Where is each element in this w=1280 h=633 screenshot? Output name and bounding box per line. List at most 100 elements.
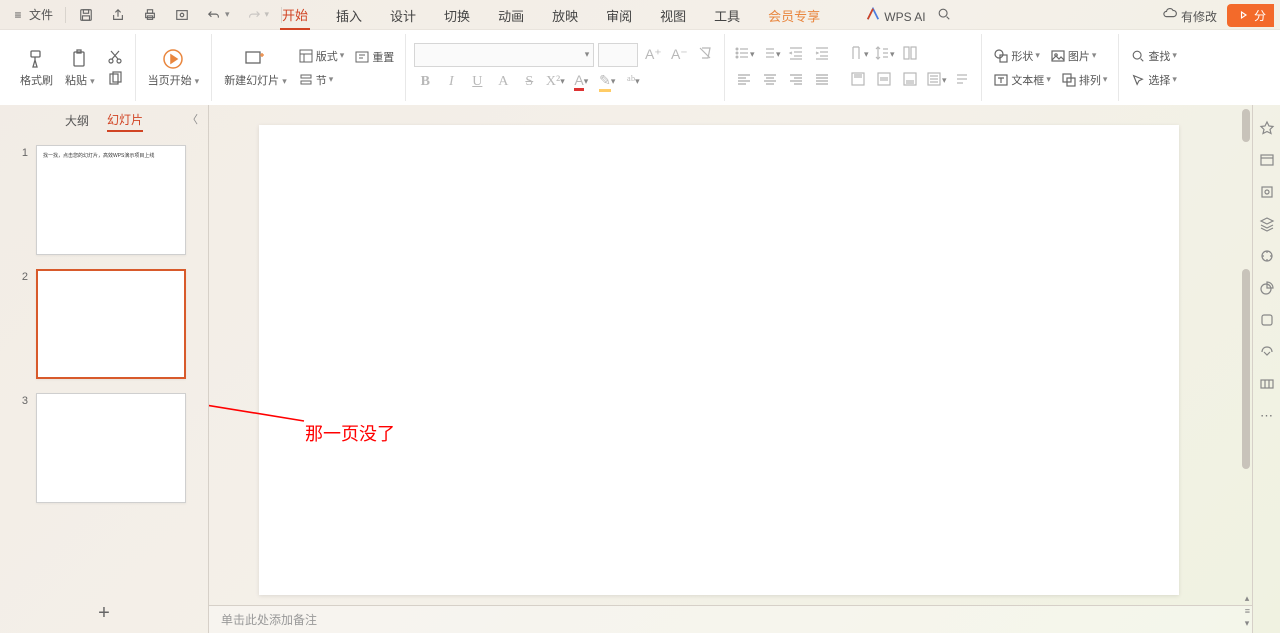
slides-tab[interactable]: 幻灯片 — [107, 109, 143, 132]
scrollbar-thumb[interactable] — [1242, 269, 1250, 469]
search-button[interactable] — [936, 6, 952, 24]
section-button[interactable]: 节▾ — [295, 70, 348, 90]
numbering-icon — [760, 45, 776, 64]
start-from-current-button[interactable]: 当页开始 ▾ — [144, 46, 204, 90]
underline-button[interactable]: U — [466, 71, 488, 93]
rail-tool2-button[interactable] — [1258, 311, 1276, 329]
menu-tabs: 开始 插入 设计 切换 动画 放映 审阅 视图 工具 会员专享 — [280, 0, 822, 30]
tab-tools[interactable]: 工具 — [712, 0, 742, 30]
reset-icon — [354, 49, 370, 65]
rail-tool1-button[interactable] — [1258, 279, 1276, 297]
slide-canvas[interactable] — [259, 125, 1179, 595]
slide-thumbnail-1[interactable]: 找一找，点击您的幻灯片，高效WPS演示项目上线 — [36, 145, 186, 255]
export-button[interactable] — [106, 5, 130, 25]
scrollbar-thumb[interactable] — [1242, 109, 1250, 142]
align-justify-button[interactable] — [811, 70, 833, 92]
numbering-button[interactable]: ▾ — [759, 44, 781, 66]
save-button[interactable] — [74, 5, 98, 25]
shape-button[interactable]: 形状▾ — [990, 46, 1043, 66]
rtl-button[interactable] — [951, 70, 973, 92]
slide-thumbnail-3[interactable] — [36, 393, 186, 503]
format-painter-label: 格式刷 — [20, 72, 53, 88]
format-painter-button[interactable]: 格式刷 — [16, 46, 57, 90]
cloud-modified-button[interactable]: 有修改 — [1162, 6, 1217, 25]
align-center-button[interactable] — [759, 70, 781, 92]
cut-button[interactable] — [107, 49, 123, 65]
font-size-select[interactable] — [598, 43, 638, 67]
select-button[interactable]: 选择▾ — [1127, 70, 1180, 90]
pinyin-button[interactable]: ᵃᵇ▾ — [622, 71, 644, 93]
font-family-select[interactable]: ▾ — [414, 43, 594, 67]
scroll-menu-button[interactable]: ≡ — [1245, 606, 1250, 616]
add-slide-button[interactable]: + — [0, 593, 208, 633]
notes-area[interactable]: 单击此处添加备注 — [209, 605, 1252, 633]
scroll-down-button[interactable]: ▾ — [1245, 618, 1250, 629]
tab-review[interactable]: 审阅 — [604, 0, 634, 30]
text-direction-button[interactable]: ▾ — [847, 44, 869, 66]
undo-button[interactable]: ▾ — [202, 5, 234, 25]
redo-button[interactable]: ▾ — [242, 5, 274, 25]
tab-transition[interactable]: 切换 — [442, 0, 472, 30]
reset-button[interactable]: 重置 — [351, 47, 397, 67]
font-color-button[interactable]: A▾ — [570, 71, 592, 93]
tab-start[interactable]: 开始 — [280, 0, 310, 30]
paste-label: 粘贴 ▾ — [65, 72, 95, 88]
align-left-button[interactable] — [733, 70, 755, 92]
distribute-button[interactable]: ▾ — [925, 70, 947, 92]
arrange-button[interactable]: 排列▾ — [1058, 70, 1111, 90]
preview-button[interactable] — [170, 5, 194, 25]
collapse-panel-button[interactable]: 〈 — [187, 111, 198, 127]
line-spacing-button[interactable]: ▾ — [873, 44, 895, 66]
rail-tool4-button[interactable] — [1258, 375, 1276, 393]
share-button[interactable]: 分 — [1227, 4, 1274, 27]
valign-bottom-button[interactable] — [899, 70, 921, 92]
outdent-icon — [788, 45, 804, 64]
print-button[interactable] — [138, 5, 162, 25]
bold-button[interactable]: B — [414, 71, 436, 93]
valign-top-button[interactable] — [847, 70, 869, 92]
tab-view[interactable]: 视图 — [658, 0, 688, 30]
tab-slideshow[interactable]: 放映 — [550, 0, 580, 30]
bullets-button[interactable]: ▾ — [733, 44, 755, 66]
wps-ai-button[interactable]: WPS AI — [865, 6, 926, 24]
strikethrough-button[interactable]: S — [518, 71, 540, 93]
rail-ai-button[interactable] — [1258, 119, 1276, 137]
scroll-up-button[interactable]: ▴ — [1245, 593, 1250, 604]
increase-indent-button[interactable] — [811, 44, 833, 66]
arrange-icon — [1061, 72, 1077, 88]
clear-format-button[interactable] — [694, 44, 716, 66]
highlight-button[interactable]: ✎▾ — [596, 71, 618, 93]
decrease-indent-button[interactable] — [785, 44, 807, 66]
paste-button[interactable]: 粘贴 ▾ — [61, 46, 99, 90]
modified-label: 有修改 — [1181, 10, 1217, 24]
textbox-button[interactable]: 文本框▾ — [990, 70, 1054, 90]
rail-more-button[interactable]: ⋯ — [1258, 407, 1276, 425]
rail-template-button[interactable] — [1258, 151, 1276, 169]
vertical-scrollbar[interactable] — [1242, 109, 1250, 593]
tab-vip[interactable]: 会员专享 — [766, 0, 822, 30]
increase-font-button[interactable]: A⁺ — [642, 44, 664, 66]
app-menu-button[interactable]: ≡ 文件 — [6, 4, 57, 25]
align-right-button[interactable] — [785, 70, 807, 92]
rail-format-button[interactable] — [1258, 183, 1276, 201]
tab-animation[interactable]: 动画 — [496, 0, 526, 30]
slide-thumbnail-2[interactable] — [36, 269, 186, 379]
layout-button[interactable]: 版式▾ — [295, 46, 348, 66]
chevron-down-icon: ▾ — [585, 49, 590, 60]
copy-button[interactable] — [107, 71, 123, 87]
italic-button[interactable]: I — [440, 71, 462, 93]
outline-tab[interactable]: 大纲 — [65, 110, 89, 131]
valign-middle-button[interactable] — [873, 70, 895, 92]
tab-design[interactable]: 设计 — [388, 0, 418, 30]
shadow-button[interactable]: A — [492, 71, 514, 93]
find-button[interactable]: 查找▾ — [1127, 46, 1180, 66]
columns-button[interactable] — [899, 44, 921, 66]
rail-animation-button[interactable] — [1258, 247, 1276, 265]
new-slide-button[interactable]: 新建幻灯片 ▾ — [220, 46, 291, 90]
decrease-font-button[interactable]: A⁻ — [668, 44, 690, 66]
superscript-button[interactable]: X²▾ — [544, 71, 566, 93]
tab-insert[interactable]: 插入 — [334, 0, 364, 30]
rail-tool3-button[interactable] — [1258, 343, 1276, 361]
picture-button[interactable]: 图片▾ — [1047, 46, 1100, 66]
rail-layers-button[interactable] — [1258, 215, 1276, 233]
